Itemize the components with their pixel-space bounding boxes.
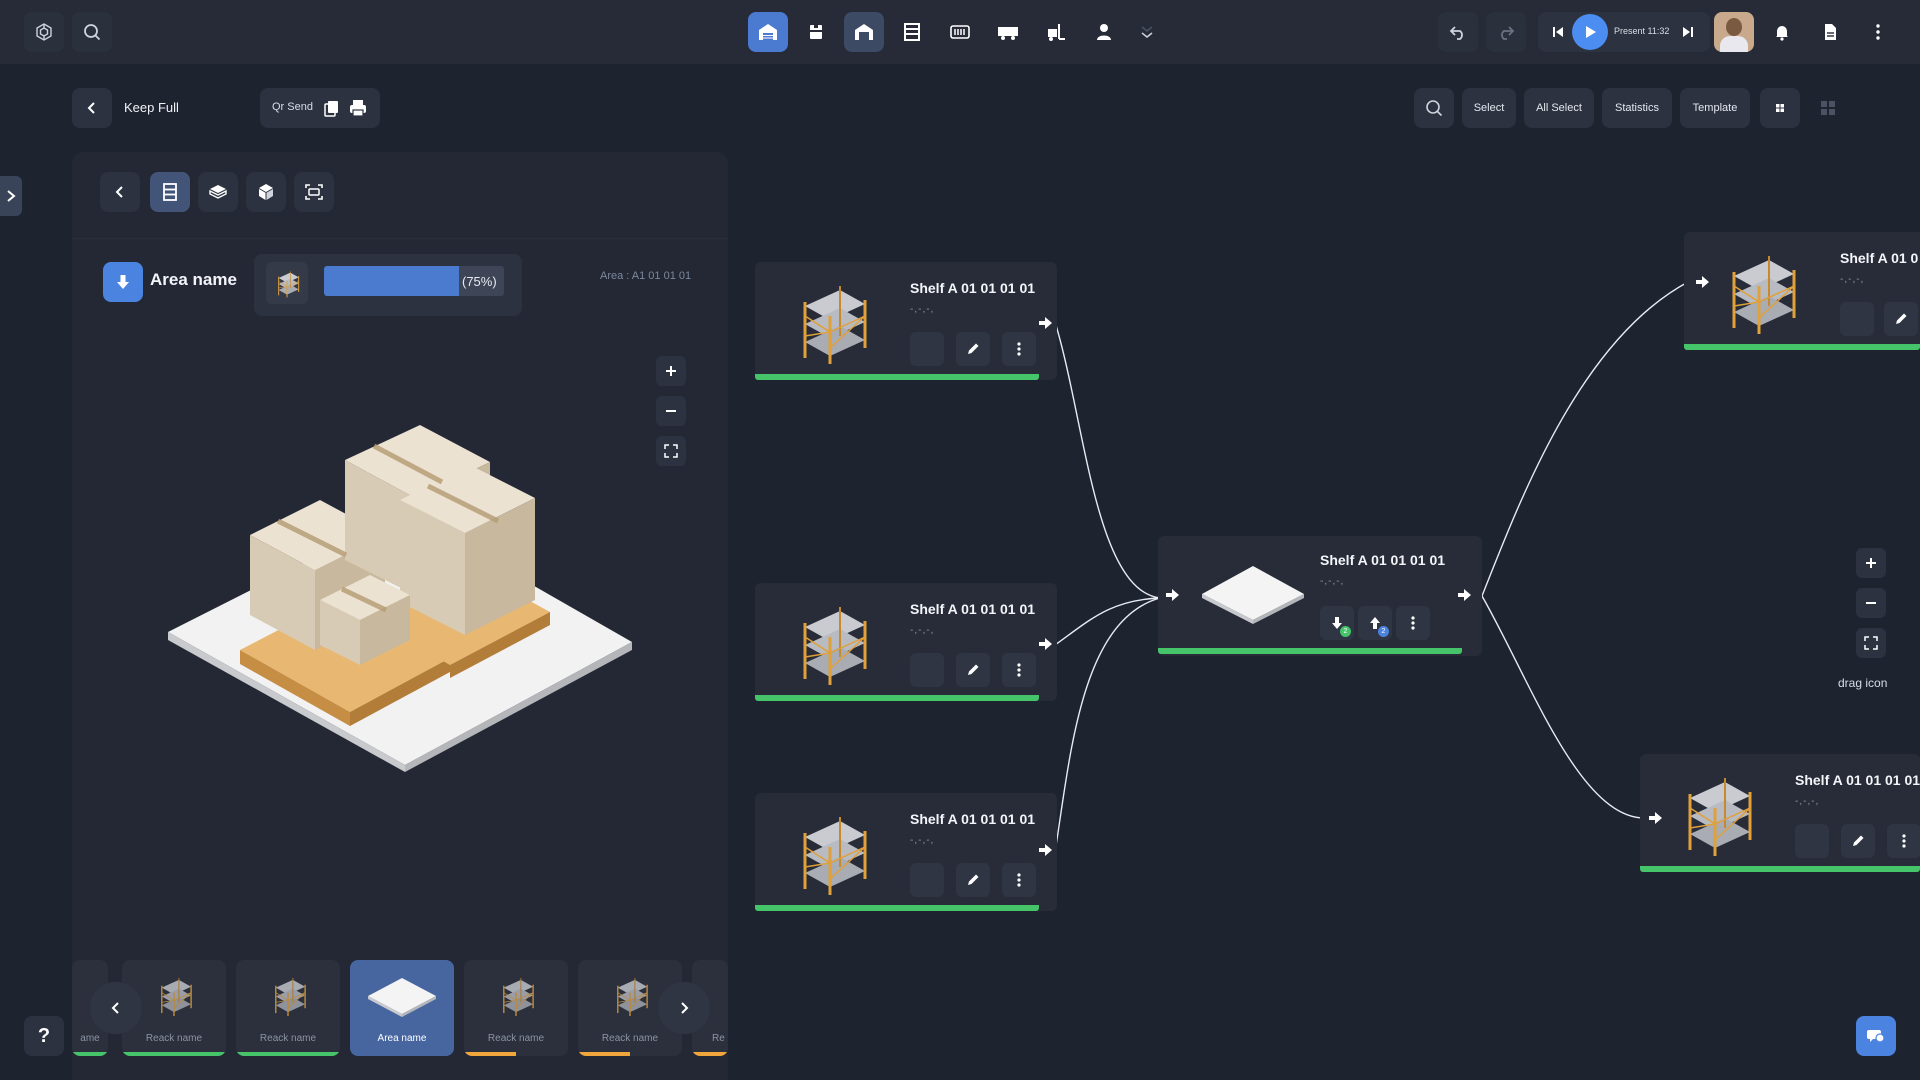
shelf-subtitle: -,-,-, [1840,274,1865,285]
status-bar [755,374,1039,380]
edit-icon[interactable] [956,863,990,897]
carousel-prev-icon[interactable] [90,982,142,1034]
shelf-icon [785,276,875,366]
area-card-subtitle: -,-,-, [1320,576,1345,587]
inbound-icon[interactable]: 2 [1320,606,1354,640]
area-card-title: Shelf A 01 01 01 01 [1320,552,1446,568]
canvas-zoom-out-icon[interactable] [1856,588,1886,618]
shelf-title: Shelf A 01 0 [1840,250,1919,266]
chat-icon[interactable] [1856,1016,1896,1056]
edit-icon[interactable] [1884,302,1918,336]
output-arrow-icon[interactable] [1037,636,1053,652]
shelf-subtitle: -,-,-, [910,625,935,636]
status-slot [910,653,944,687]
canvas-fit-icon[interactable] [1856,628,1886,658]
shelf-title: Shelf A 01 01 01 01 [910,601,1036,617]
edit-icon[interactable] [956,653,990,687]
status-slot [1840,302,1874,336]
kebab-menu-icon[interactable] [1002,863,1036,897]
input-arrow-icon[interactable] [1694,274,1710,290]
shelf-subtitle: -,-,-, [910,835,935,846]
shelf-card[interactable]: Shelf A 01 01 01 01 -,-,-, [755,793,1057,911]
inbound-count-badge: 2 [1340,626,1351,637]
shelf-icon [1714,246,1804,336]
output-arrow-icon[interactable] [1456,587,1472,603]
shelf-icon [785,597,875,687]
shelf-subtitle: -,-,-, [1795,796,1820,807]
flow-connectors [1054,281,1689,853]
shelf-title: Shelf A 01 01 01 01 [910,811,1036,827]
shelf-title: Shelf A 01 01 01 01 [1795,772,1920,788]
drag-icon-label[interactable]: drag icon [1838,676,1887,690]
shelf-title: Shelf A 01 01 01 01 [910,280,1036,296]
outbound-icon[interactable]: 2 [1358,606,1392,640]
shelf-icon [785,807,875,897]
kebab-menu-icon[interactable] [1887,824,1920,858]
area-card[interactable]: Shelf A 01 01 01 01 -,-,-, 2 2 [1158,536,1482,656]
output-arrow-icon[interactable] [1037,315,1053,331]
shelf-card[interactable]: Shelf A 01 01 01 01 -,-,-, [755,583,1057,701]
input-arrow-icon[interactable] [1647,810,1663,826]
output-arrow-icon[interactable] [1037,842,1053,858]
shelf-icon [1670,768,1760,858]
shelf-card[interactable]: Shelf A 01 01 01 01 -,-,-, [755,262,1057,380]
status-bar [1684,344,1920,350]
kebab-menu-icon[interactable] [1002,653,1036,687]
shelf-subtitle: -,-,-, [910,304,935,315]
shelf-card[interactable]: Shelf A 01 0 -,-,-, [1684,232,1920,350]
kebab-menu-icon[interactable] [1002,332,1036,366]
input-arrow-icon[interactable] [1164,587,1180,603]
edit-icon[interactable] [1841,824,1875,858]
status-slot [1795,824,1829,858]
shelf-card[interactable]: Shelf A 01 01 01 01 -,-,-, [1640,754,1920,872]
status-slot [910,332,944,366]
edit-icon[interactable] [956,332,990,366]
status-bar [1158,648,1462,654]
area-tile-icon [1202,566,1304,624]
carousel-next-icon[interactable] [658,982,710,1034]
canvas-zoom-in-icon[interactable] [1856,548,1886,578]
status-bar [755,695,1039,701]
status-bar [1640,866,1920,872]
status-slot [910,863,944,897]
kebab-menu-icon[interactable] [1396,606,1430,640]
status-bar [755,905,1039,911]
outbound-count-badge: 2 [1378,626,1389,637]
